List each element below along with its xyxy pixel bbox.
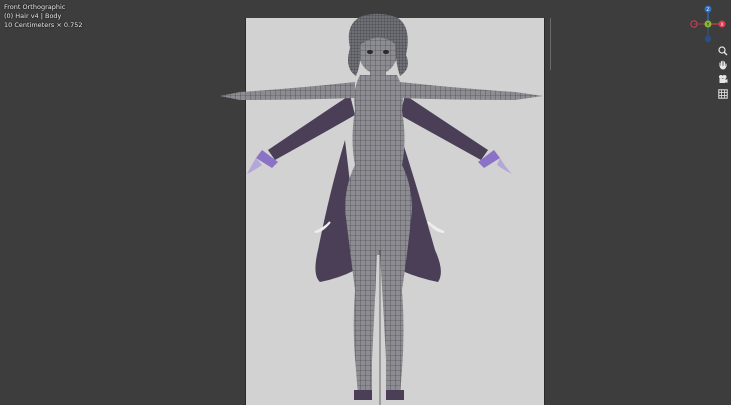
navigation-gizmo[interactable]: Z Y X [690,4,726,44]
character-mesh[interactable] [0,0,731,405]
viewport-info-overlay: Front Orthographic (0) Hair v4 | Body 10… [4,3,82,30]
pan-button[interactable] [716,58,729,71]
scale-info-label: 10 Centimeters × 0.752 [4,21,83,29]
pan-hand-icon [718,60,727,69]
zoom-icon [717,45,727,55]
gizmo-x-label: X [720,22,723,28]
perspective-toggle-button[interactable] [716,87,729,100]
gizmo-neg-z-axis[interactable] [704,35,712,43]
gizmo-z-label: Z [706,7,709,13]
3d-viewport[interactable]: Front Orthographic (0) Hair v4 | Body 10… [0,0,731,405]
zoom-button[interactable] [716,44,729,57]
view-name-label: Front Orthographic [4,3,66,11]
camera-icon [718,74,727,83]
gizmo-y-label: Y [706,22,710,28]
camera-view-button[interactable] [716,72,729,85]
grid-icon [717,88,728,99]
collection-info-label: (0) Hair v4 | Body [4,12,62,20]
head [348,13,408,80]
body [345,75,412,400]
